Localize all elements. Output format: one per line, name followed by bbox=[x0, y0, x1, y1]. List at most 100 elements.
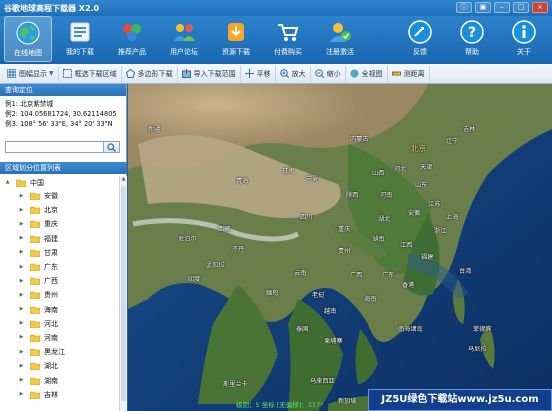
folder-icon bbox=[15, 179, 27, 187]
tree-root[interactable]: ▲ 中国 bbox=[0, 176, 119, 189]
about-button[interactable]: 关于 bbox=[500, 16, 548, 62]
tree-node-label: 河北 bbox=[44, 319, 58, 328]
about-label: 关于 bbox=[517, 48, 531, 56]
zoom-out-label: 缩小 bbox=[326, 69, 341, 78]
map-label: 安徽 bbox=[408, 210, 421, 217]
close-icon[interactable]: × bbox=[532, 2, 548, 13]
info-icon[interactable]: ⓘ bbox=[456, 2, 472, 13]
purchase-button[interactable]: 付费购买 bbox=[264, 16, 312, 62]
zoom-out-button[interactable]: 缩小 bbox=[311, 65, 346, 82]
main-toolbar: 在线地图 我的下载 推荐产品 用户论坛 资源下载 付费购买 注册激活 反馈 ? … bbox=[0, 16, 552, 64]
map-label: 河南 bbox=[380, 192, 393, 199]
tree-node[interactable]: ▶ 湖南 bbox=[0, 373, 119, 387]
expand-icon[interactable]: ▶ bbox=[18, 363, 25, 370]
tree-node[interactable]: ▶ 河南 bbox=[0, 331, 119, 345]
svg-text:?: ? bbox=[468, 25, 476, 41]
online-map-button[interactable]: 在线地图 bbox=[4, 16, 52, 62]
resource-download-button[interactable]: 资源下载 bbox=[212, 16, 260, 62]
tree-node[interactable]: ▶ 贵州 bbox=[0, 288, 119, 302]
tree-node[interactable]: ▶ 福建 bbox=[0, 232, 119, 246]
import-range-label: 导入下载范围 bbox=[193, 69, 236, 78]
scroll-up-icon[interactable]: ▲ bbox=[120, 176, 127, 183]
sheet-display-dropdown[interactable]: 图幅显示 ▼ bbox=[3, 65, 59, 82]
rect-select-icon bbox=[62, 69, 72, 78]
tree-node[interactable]: ▶ 吉林 bbox=[0, 388, 119, 402]
folder-icon bbox=[29, 235, 41, 243]
tree-scrollbar[interactable]: ▲ bbox=[119, 176, 127, 411]
locate-examples: 例1: 北京紫禁城 例2: 104.05681724, 30.62114805 … bbox=[0, 96, 126, 132]
expand-icon[interactable]: ▶ bbox=[18, 264, 25, 271]
expand-icon[interactable]: ▶ bbox=[18, 334, 25, 341]
expand-icon[interactable]: ▶ bbox=[18, 320, 25, 327]
locate-example-3: 例3: 108° 56' 33"E, 34° 20' 33"N bbox=[5, 120, 113, 128]
expand-icon[interactable]: ▶ bbox=[18, 249, 25, 256]
register-label: 注册激活 bbox=[326, 48, 354, 56]
tree-node[interactable]: ▶ 甘肃 bbox=[0, 246, 119, 260]
expand-icon[interactable]: ▶ bbox=[18, 306, 25, 313]
maximize-icon[interactable]: □ bbox=[513, 2, 529, 13]
feedback-label: 反馈 bbox=[413, 48, 427, 56]
cart-icon bbox=[278, 24, 299, 41]
products-button[interactable]: 推荐产品 bbox=[108, 16, 156, 62]
tree-node[interactable]: ▶ 河北 bbox=[0, 317, 119, 331]
collapse-icon[interactable]: ▲ bbox=[4, 179, 11, 186]
my-downloads-button[interactable]: 我的下载 bbox=[56, 16, 104, 62]
tree-node[interactable]: ▶ 海南 bbox=[0, 303, 119, 317]
search-button[interactable] bbox=[104, 141, 120, 153]
expand-icon[interactable]: ▶ bbox=[18, 391, 25, 398]
expand-icon[interactable]: ▶ bbox=[18, 349, 25, 356]
help-button[interactable]: ? 帮助 bbox=[448, 16, 496, 62]
expand-icon[interactable]: ▶ bbox=[18, 207, 25, 214]
measure-distance-button[interactable]: 测距离 bbox=[388, 65, 430, 82]
skin-icon[interactable]: ▣ bbox=[475, 2, 491, 13]
locate-example-2: 例2: 104.05681724, 30.62114805 bbox=[5, 110, 117, 118]
search-row bbox=[5, 141, 120, 153]
scroll-thumb[interactable] bbox=[121, 186, 126, 401]
grid-icon bbox=[7, 69, 16, 78]
expand-icon[interactable]: ▶ bbox=[18, 292, 25, 299]
tree-node[interactable]: ▶ 黑龙江 bbox=[0, 345, 119, 359]
zoom-in-icon bbox=[279, 69, 289, 78]
help-label: 帮助 bbox=[465, 48, 479, 56]
help-icon: ? bbox=[460, 20, 484, 44]
satellite-map[interactable]: 北京 河北 天津 山西 山东 内蒙古 辽宁 吉林 河南 陕西 江苏 安徽 上海 湖北 浙江 湖南 江西 福建 四川重… bbox=[128, 84, 552, 411]
minimize-icon[interactable]: – bbox=[494, 2, 510, 13]
rect-select-button[interactable]: 框选下载区域 bbox=[59, 65, 122, 82]
zoom-in-button[interactable]: 放大 bbox=[276, 65, 311, 82]
tree-node-label: 黑龙江 bbox=[44, 348, 65, 357]
tree-node[interactable]: ▶ 广东 bbox=[0, 260, 119, 274]
tree-node-label: 北京 bbox=[44, 206, 58, 215]
tree-node[interactable]: ▶ 湖北 bbox=[0, 359, 119, 373]
search-input[interactable] bbox=[5, 141, 104, 153]
map-label: 江苏 bbox=[428, 201, 441, 208]
tree-node[interactable]: ▶ 重庆 bbox=[0, 217, 119, 231]
resource-download-icon bbox=[228, 23, 244, 41]
register-button[interactable]: 注册激活 bbox=[316, 16, 364, 62]
map-label: 尼泊尔 bbox=[178, 236, 197, 243]
feedback-icon bbox=[408, 20, 432, 44]
full-view-button[interactable]: 全视图 bbox=[346, 65, 388, 82]
map-label: 孟加拉 bbox=[206, 262, 225, 269]
feedback-button[interactable]: 反馈 bbox=[396, 16, 444, 62]
expand-icon[interactable]: ▶ bbox=[18, 235, 25, 242]
expand-icon[interactable]: ▶ bbox=[18, 278, 25, 285]
expand-icon[interactable]: ▶ bbox=[18, 377, 25, 384]
folder-icon bbox=[29, 391, 41, 400]
map-label: 马尼拉 bbox=[468, 346, 487, 353]
tree-node[interactable]: ▶ 安徽 bbox=[0, 189, 119, 203]
tree-items: ▶ 安徽 ▶ 北京 ▶ 重庆 ▶ 福建 ▶ 甘肃 ▶ 广东 ▶ 广西 ▶ 贵州 ▶ 海南 ▶ 河北 ▶ 河南 ▶ 黑龙江 ▶ 湖北… bbox=[0, 189, 119, 402]
forum-button[interactable]: 用户论坛 bbox=[160, 16, 208, 62]
tree-root-label: 中国 bbox=[30, 178, 44, 187]
left-panel: 查询定位 例1: 北京紫禁城 例2: 104.05681724, 30.6211… bbox=[0, 84, 127, 411]
tree-node-label: 重庆 bbox=[44, 220, 58, 229]
tree-node[interactable]: ▶ 北京 bbox=[0, 203, 119, 217]
import-range-button[interactable]: 导入下载范围 bbox=[178, 65, 241, 82]
polygon-download-button[interactable]: 多边形下载 bbox=[122, 65, 178, 82]
pan-button[interactable]: 平移 bbox=[241, 65, 276, 82]
expand-icon[interactable]: ▶ bbox=[18, 193, 25, 200]
tree-node[interactable]: ▶ 广西 bbox=[0, 274, 119, 288]
map-label: 柬埔寨 bbox=[324, 338, 343, 345]
map-label: 吉林 bbox=[463, 126, 476, 133]
search-icon bbox=[107, 142, 116, 152]
expand-icon[interactable]: ▶ bbox=[18, 221, 25, 228]
